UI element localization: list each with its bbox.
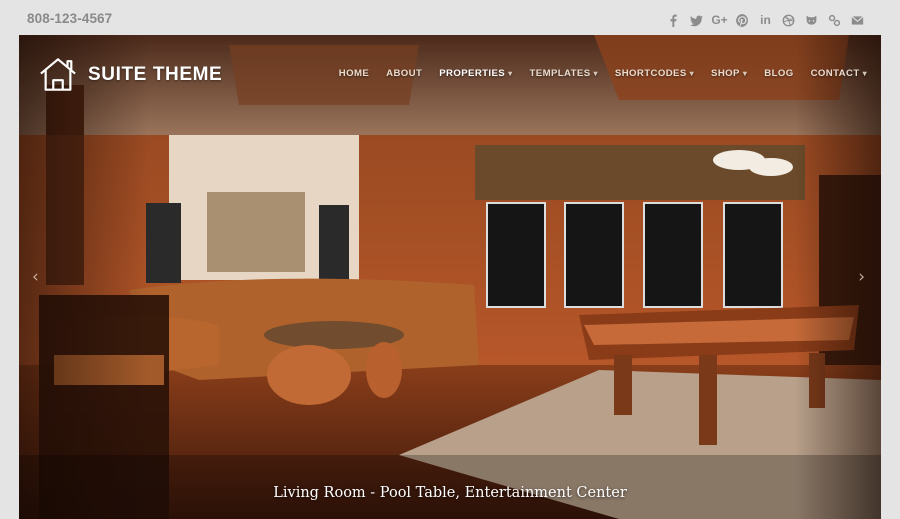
dropdown-caret-icon: ▾ [742, 69, 748, 78]
nav-home[interactable]: HOME [339, 68, 369, 79]
nav-label: ABOUT [386, 68, 423, 79]
facebook-icon[interactable] [662, 12, 685, 28]
nav-label: BLOG [764, 68, 794, 79]
slider-next-arrow-icon[interactable]: › [858, 267, 865, 287]
email-icon[interactable] [846, 12, 869, 28]
main-nav: HOME ABOUT PROPERTIES ▾ TEMPLATES ▾ SHORTC… [322, 68, 867, 79]
nav-label: HOME [338, 68, 370, 79]
nav-label: PROPERTIES [439, 68, 506, 79]
nav-label: CONTACT [810, 68, 860, 79]
nav-about[interactable]: ABOUT [386, 68, 422, 79]
dropdown-caret-icon: ▾ [862, 69, 867, 78]
twitter-icon[interactable] [685, 12, 708, 28]
top-bar: 808-123-4567 G+ in [0, 0, 900, 36]
nav-contact[interactable]: CONTACT ▾ [811, 68, 867, 79]
dropdown-caret-icon: ▾ [593, 69, 598, 78]
dribbble-icon[interactable] [777, 12, 800, 28]
github-icon[interactable] [800, 12, 823, 28]
nav-label: SHOP [711, 68, 740, 79]
dropdown-caret-icon: ▾ [508, 69, 513, 78]
social-links: G+ in [662, 12, 869, 28]
dropdown-caret-icon: ▾ [689, 69, 695, 78]
pinterest-icon[interactable] [731, 12, 754, 28]
nav-label: TEMPLATES [529, 68, 591, 79]
nav-shortcodes[interactable]: SHORTCODES ▾ [615, 68, 694, 79]
nav-label: SHORTCODES [614, 68, 687, 79]
nav-blog[interactable]: BLOG [764, 68, 793, 79]
hero-slider: SUITE THEME HOME ABOUT PROPERTIES ▾ TEMPL… [19, 35, 881, 519]
phone-number: 808-123-4567 [27, 11, 113, 26]
house-icon [40, 58, 76, 91]
slide-image-living-room [19, 35, 881, 519]
site-logo[interactable]: SUITE THEME [39, 57, 222, 92]
nav-shop[interactable]: SHOP ▾ [711, 68, 747, 79]
google-plus-icon[interactable]: G+ [708, 12, 731, 28]
nav-properties[interactable]: PROPERTIES ▾ [439, 68, 512, 79]
nav-templates[interactable]: TEMPLATES ▾ [530, 68, 598, 79]
slide-caption: Living Room - Pool Table, Entertainment … [273, 485, 627, 501]
linkedin-icon[interactable]: in [754, 12, 777, 28]
site-title: SUITE THEME [88, 63, 223, 85]
flickr-icon[interactable] [823, 12, 846, 28]
slider-prev-arrow-icon[interactable]: ‹ [32, 267, 39, 287]
